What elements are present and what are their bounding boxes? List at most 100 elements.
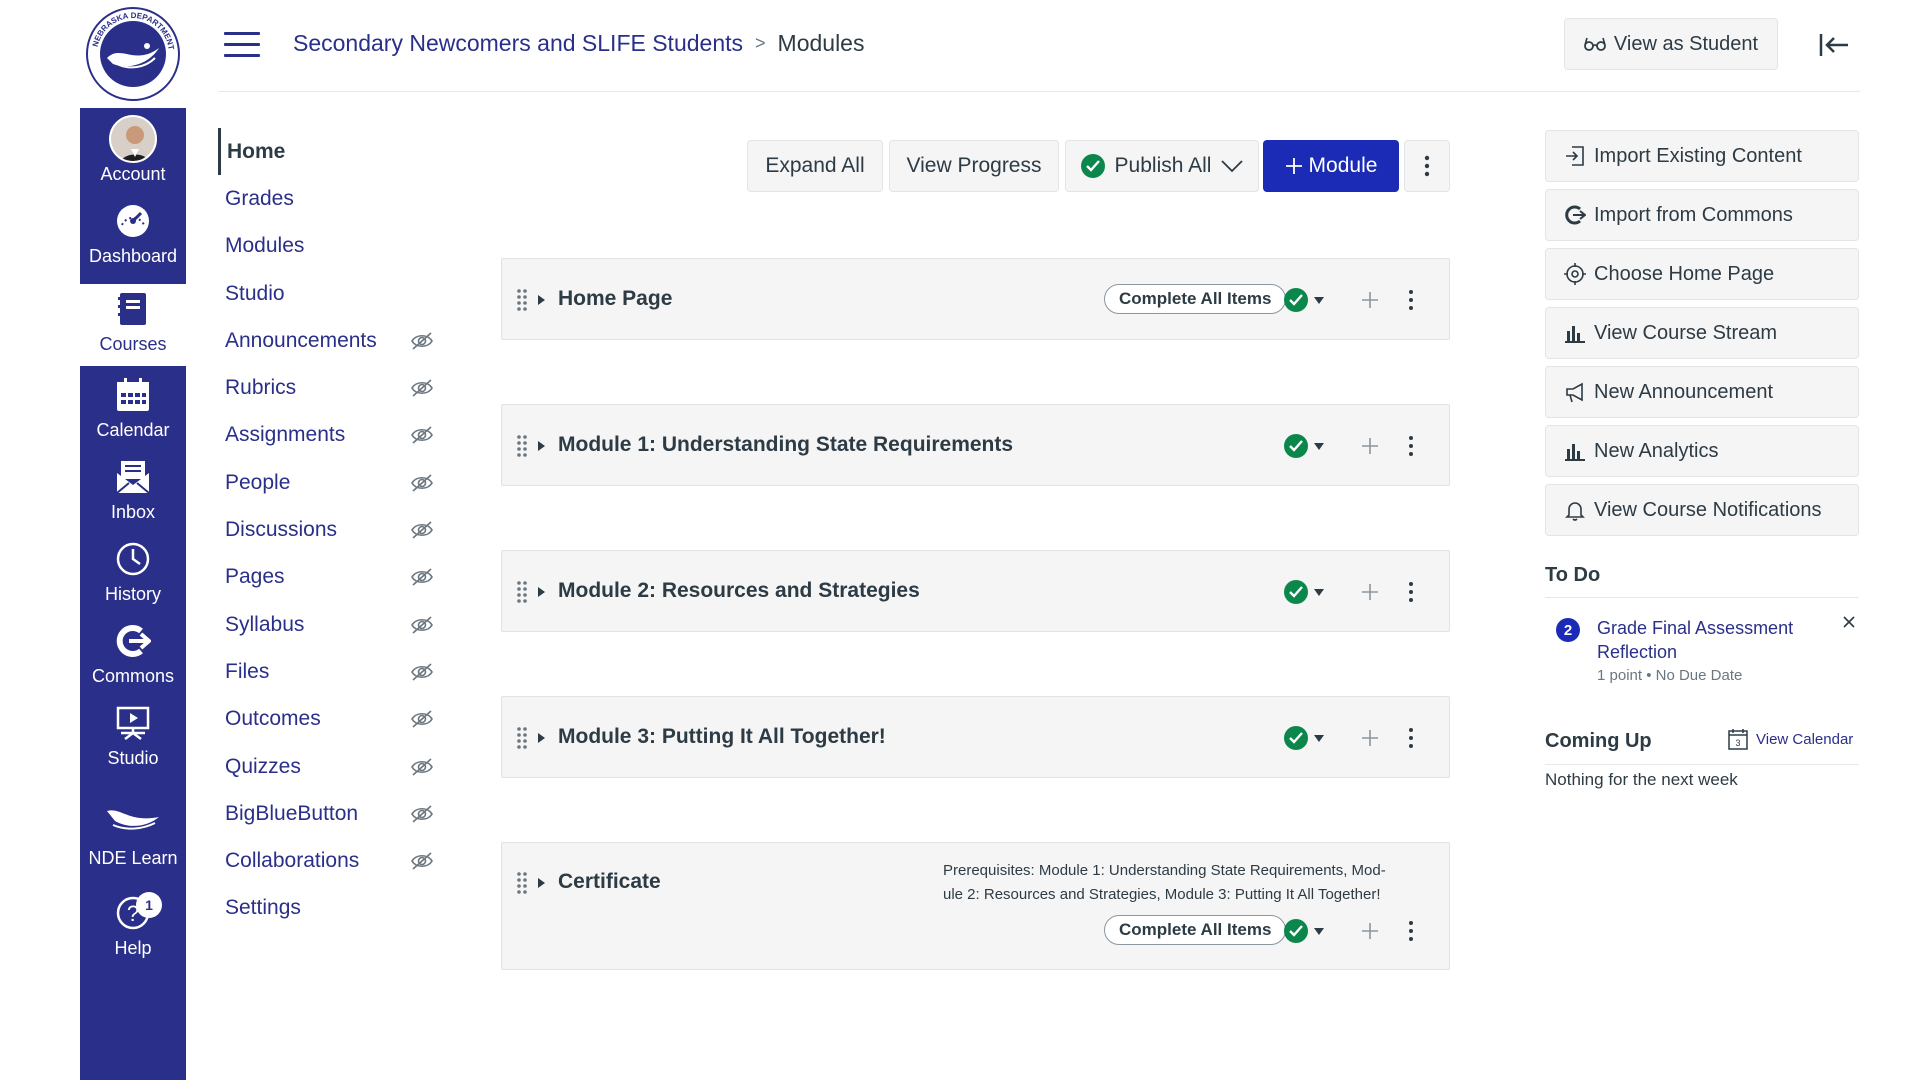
course-nav-discussions[interactable]: Discussions xyxy=(218,506,438,553)
published-check-icon xyxy=(1284,288,1308,312)
global-nav-nde-learn[interactable]: NDE Learn xyxy=(80,790,186,880)
global-nav-commons[interactable]: Commons xyxy=(80,616,186,698)
course-nav-rubrics[interactable]: Rubrics xyxy=(218,364,438,411)
module-publish-toggle[interactable] xyxy=(1284,726,1324,750)
course-nav-label: Assignments xyxy=(225,423,346,447)
breadcrumb-separator-icon: > xyxy=(755,33,766,53)
course-nav-assignments[interactable]: Assignments xyxy=(218,412,438,459)
hidden-eye-icon xyxy=(411,852,433,870)
drag-handle-icon[interactable] xyxy=(516,434,528,458)
expand-caret-icon[interactable] xyxy=(538,878,545,888)
drag-handle-icon[interactable] xyxy=(516,288,528,312)
module-kebab-menu-icon[interactable] xyxy=(1407,727,1415,749)
choose-home-page-button[interactable]: Choose Home Page xyxy=(1545,248,1859,300)
course-nav-settings[interactable]: Settings xyxy=(218,885,438,932)
course-nav-people[interactable]: People xyxy=(218,459,438,506)
course-nav-bigbluebutton[interactable]: BigBlueButton xyxy=(218,790,438,837)
more-options-button[interactable] xyxy=(1404,140,1450,192)
view-progress-button[interactable]: View Progress xyxy=(889,140,1059,192)
global-nav-account[interactable]: Account xyxy=(80,114,186,196)
module-publish-toggle[interactable] xyxy=(1284,580,1324,604)
page-header: Secondary Newcomers and SLIFE Students >… xyxy=(218,0,1860,92)
drag-handle-icon[interactable] xyxy=(516,726,528,750)
module-4[interactable]: Module 3: Putting It All Together! xyxy=(501,696,1450,778)
module-2[interactable]: Module 1: Understanding State Requiremen… xyxy=(501,404,1450,486)
todo-item-link[interactable]: Grade Final Assessment Reflection xyxy=(1597,616,1817,664)
import-icon xyxy=(1564,145,1586,167)
global-nav-calendar[interactable]: Calendar xyxy=(80,370,186,452)
module-publish-toggle[interactable] xyxy=(1284,919,1324,943)
svg-text:3: 3 xyxy=(1735,738,1740,748)
nde-logo[interactable]: NEBRASKA DEPARTMENT OF EDUCATION xyxy=(80,0,186,108)
hidden-eye-icon xyxy=(411,805,433,823)
course-nav-files[interactable]: Files xyxy=(218,648,438,695)
global-nav-inbox[interactable]: Inbox xyxy=(80,452,186,534)
bar-chart-icon xyxy=(1564,322,1586,344)
published-check-icon xyxy=(1284,726,1308,750)
add-module-button[interactable]: Module xyxy=(1263,140,1399,192)
expand-caret-icon[interactable] xyxy=(538,733,545,743)
module-kebab-menu-icon[interactable] xyxy=(1407,920,1415,942)
module-publish-toggle[interactable] xyxy=(1284,288,1324,312)
collapse-sidebar-icon[interactable] xyxy=(1816,30,1852,60)
view-calendar-link[interactable]: 3 View Calendar xyxy=(1728,728,1853,750)
expand-caret-icon[interactable] xyxy=(538,441,545,451)
publish-all-button[interactable]: Publish All xyxy=(1065,140,1259,192)
course-nav-modules[interactable]: Modules xyxy=(218,223,438,270)
dismiss-close-icon[interactable] xyxy=(1842,615,1856,629)
course-nav-announcements[interactable]: Announcements xyxy=(218,317,438,364)
drag-handle-icon[interactable] xyxy=(516,580,528,604)
module-5[interactable]: Certificate Prerequisites: Module 1: Unde… xyxy=(501,842,1450,970)
caret-down-icon xyxy=(1314,296,1324,304)
import-from-commons-button[interactable]: Import from Commons xyxy=(1545,189,1859,241)
complete-all-items-pill[interactable]: Complete All Items xyxy=(1104,915,1287,945)
add-item-plus-icon[interactable] xyxy=(1360,290,1380,310)
hidden-eye-icon xyxy=(411,616,433,634)
view-as-student-label: View as Student xyxy=(1613,32,1759,55)
course-nav-collaborations[interactable]: Collaborations xyxy=(218,837,438,884)
global-nav-courses[interactable]: Courses xyxy=(80,284,186,366)
add-item-plus-icon[interactable] xyxy=(1360,728,1380,748)
add-item-plus-icon[interactable] xyxy=(1360,436,1380,456)
dashboard-icon xyxy=(117,205,149,237)
bar-chart-icon xyxy=(1564,440,1586,462)
import-existing-content-label: Import Existing Content xyxy=(1594,144,1802,167)
module-3[interactable]: Module 2: Resources and Strategies xyxy=(501,550,1450,632)
module-kebab-menu-icon[interactable] xyxy=(1407,289,1415,311)
global-nav-dashboard[interactable]: Dashboard xyxy=(80,196,186,278)
nde-learn-icon xyxy=(107,810,159,830)
hamburger-menu-icon[interactable] xyxy=(224,32,260,58)
course-nav-studio[interactable]: Studio xyxy=(218,270,438,317)
module-publish-toggle[interactable] xyxy=(1284,434,1324,458)
module-kebab-menu-icon[interactable] xyxy=(1407,435,1415,457)
module-title: Certificate xyxy=(558,870,661,893)
course-nav-pages[interactable]: Pages xyxy=(218,554,438,601)
import-existing-content-button[interactable]: Import Existing Content xyxy=(1545,130,1859,182)
view-as-student-button[interactable]: View as Student xyxy=(1564,18,1778,70)
add-item-plus-icon[interactable] xyxy=(1360,582,1380,602)
view-course-notifications-button[interactable]: View Course Notifications xyxy=(1545,484,1859,536)
global-nav-history[interactable]: History xyxy=(80,534,186,616)
breadcrumb-course-link[interactable]: Secondary Newcomers and SLIFE Students xyxy=(293,30,743,57)
module-1[interactable]: Home Page Complete All Items xyxy=(501,258,1450,340)
complete-all-items-pill[interactable]: Complete All Items xyxy=(1104,284,1287,314)
course-nav-syllabus[interactable]: Syllabus xyxy=(218,601,438,648)
add-item-plus-icon[interactable] xyxy=(1360,921,1380,941)
new-announcement-button[interactable]: New Announcement xyxy=(1545,366,1859,418)
course-nav-quizzes[interactable]: Quizzes xyxy=(218,743,438,790)
course-nav-grades[interactable]: Grades xyxy=(218,175,438,222)
hidden-eye-icon xyxy=(411,332,433,350)
choose-home-page-label: Choose Home Page xyxy=(1594,262,1775,285)
global-nav-history-label: History xyxy=(104,584,161,604)
course-nav-outcomes[interactable]: Outcomes xyxy=(218,696,438,743)
expand-caret-icon[interactable] xyxy=(538,587,545,597)
expand-all-button[interactable]: Expand All xyxy=(747,140,883,192)
global-nav-help[interactable]: ? 1 Help xyxy=(80,888,186,970)
drag-handle-icon[interactable] xyxy=(516,871,528,895)
expand-caret-icon[interactable] xyxy=(538,295,545,305)
global-nav-studio[interactable]: Studio xyxy=(80,698,186,780)
course-nav-home[interactable]: Home xyxy=(218,128,438,176)
view-course-stream-button[interactable]: View Course Stream xyxy=(1545,307,1859,359)
module-kebab-menu-icon[interactable] xyxy=(1407,581,1415,603)
new-analytics-button[interactable]: New Analytics xyxy=(1545,425,1859,477)
